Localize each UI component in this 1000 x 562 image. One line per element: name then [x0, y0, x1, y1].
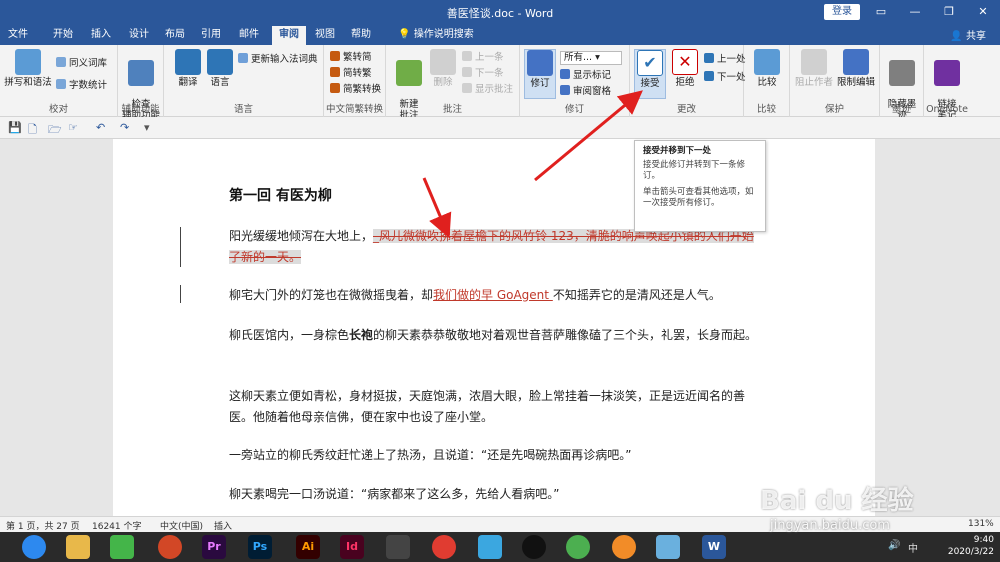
qq-icon[interactable] [522, 535, 546, 559]
watermark-url: jingyan.baidu.com [770, 518, 890, 533]
annotation-arrows [422, 90, 643, 239]
app-icon[interactable] [656, 535, 680, 559]
speaker-icon[interactable]: 🔊 [888, 540, 900, 551]
ime-indicator[interactable]: 中 [908, 540, 918, 555]
app-icon[interactable] [612, 535, 636, 559]
illustrator-icon[interactable]: Ai [296, 535, 320, 559]
word-icon[interactable]: W [702, 535, 726, 559]
app-icon[interactable] [432, 535, 456, 559]
taskbar: Pr Ps Ai Id W 🔊 中 9:40 2020/3/22 [0, 532, 1000, 562]
indesign-icon[interactable]: Id [340, 535, 364, 559]
file-explorer-icon[interactable] [66, 535, 90, 559]
video-editor-icon[interactable] [386, 535, 410, 559]
photoshop-icon[interactable]: Ps [248, 535, 272, 559]
zoom-level[interactable]: 131% [968, 519, 994, 529]
page-count[interactable]: 第 1 页，共 27 页 [6, 519, 80, 532]
word-count[interactable]: 16241 个字 [92, 519, 142, 532]
powerpoint-icon[interactable] [158, 535, 182, 559]
wechat-icon[interactable] [110, 535, 134, 559]
language-indicator[interactable]: 中文(中国) [160, 519, 203, 532]
system-clock[interactable]: 9:40 2020/3/22 [948, 534, 994, 558]
premiere-icon[interactable]: Pr [202, 535, 226, 559]
insert-mode[interactable]: 插入 [214, 519, 232, 532]
arrow-to-accept [534, 90, 643, 182]
browser-app-icon[interactable] [22, 535, 46, 559]
app-icon[interactable] [478, 535, 502, 559]
chrome-icon[interactable] [566, 535, 590, 559]
arrow-to-deletion [422, 177, 452, 239]
baidu-watermark: Bai du 经验 [760, 486, 914, 516]
